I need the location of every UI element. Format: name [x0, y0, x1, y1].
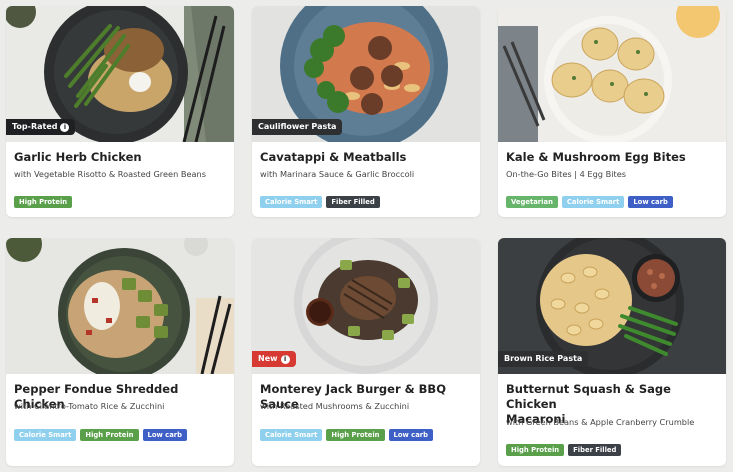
badge-list: Calorie Smart Fiber Filled [260, 196, 380, 208]
meal-card-cavatappi-meatballs[interactable]: Cauliflower Pasta Cavatappi & Meatballs … [252, 6, 480, 217]
meal-card-kale-mushroom-egg-bites[interactable]: Kale & Mushroom Egg Bites On-the-Go Bite… [498, 6, 726, 217]
badge-high-protein: High Protein [506, 444, 565, 456]
badge-fiber-filled: Fiber Filled [326, 196, 380, 208]
tag-cauliflower-pasta: Cauliflower Pasta [252, 119, 343, 135]
badge-high-protein: High Protein [80, 429, 139, 441]
badge-list: Vegetarian Calorie Smart Low carb [506, 196, 673, 208]
meal-image [498, 6, 726, 142]
badge-vegetarian: Vegetarian [506, 196, 558, 208]
badge-list: High Protein [14, 196, 73, 208]
tag-new: New i [252, 351, 296, 367]
info-icon[interactable]: i [280, 354, 290, 364]
meal-title-line1: Butternut Squash & Sage Chicken [506, 382, 671, 411]
badge-low-carb: Low carb [628, 196, 673, 208]
meal-subtitle: with Marinara Sauce & Garlic Broccoli [260, 169, 415, 179]
badge-calorie-smart: Calorie Smart [561, 196, 625, 208]
badge-calorie-smart: Calorie Smart [260, 196, 323, 208]
meal-image [6, 238, 234, 374]
badge-calorie-smart: Calorie Smart [260, 429, 323, 441]
meal-card-butternut-squash-macaroni[interactable]: Brown Rice Pasta Butternut Squash & Sage… [498, 238, 726, 466]
meal-title[interactable]: Cavatappi & Meatballs [260, 150, 474, 165]
info-icon[interactable]: i [60, 122, 70, 132]
meal-subtitle: with Cilantro-Tomato Rice & Zucchini [14, 401, 165, 411]
meal-title[interactable]: Kale & Mushroom Egg Bites [506, 150, 720, 165]
meal-card-monterey-jack-burger[interactable]: New i Monterey Jack Burger & BBQ Sauce w… [252, 238, 480, 466]
badge-fiber-filled: Fiber Filled [568, 444, 622, 456]
badge-low-carb: Low carb [388, 429, 434, 441]
meal-card-garlic-herb-chicken[interactable]: Top-Rated i Garlic Herb Chicken with Veg… [6, 6, 234, 217]
meal-card-pepper-fondue-chicken[interactable]: Pepper Fondue Shredded Chicken with Cila… [6, 238, 234, 466]
tag-top-rated: Top-Rated i [6, 119, 76, 135]
badge-list: High Protein Fiber Filled [506, 444, 622, 456]
badge-high-protein: High Protein [14, 196, 73, 208]
meal-title[interactable]: Garlic Herb Chicken [14, 150, 228, 165]
badge-list: Calorie Smart High Protein Low carb [14, 429, 188, 441]
meal-subtitle: with Green Beans & Apple Cranberry Crumb… [506, 417, 695, 427]
badge-low-carb: Low carb [142, 429, 188, 441]
badge-high-protein: High Protein [326, 429, 385, 441]
badge-calorie-smart: Calorie Smart [14, 429, 77, 441]
meal-subtitle: with Vegetable Risotto & Roasted Green B… [14, 169, 206, 179]
meal-subtitle: with Roasted Mushrooms & Zucchini [260, 401, 410, 411]
tag-brown-rice-pasta: Brown Rice Pasta [498, 351, 589, 367]
badge-list: Calorie Smart High Protein Low carb [260, 429, 434, 441]
meal-subtitle: On-the-Go Bites | 4 Egg Bites [506, 169, 626, 179]
